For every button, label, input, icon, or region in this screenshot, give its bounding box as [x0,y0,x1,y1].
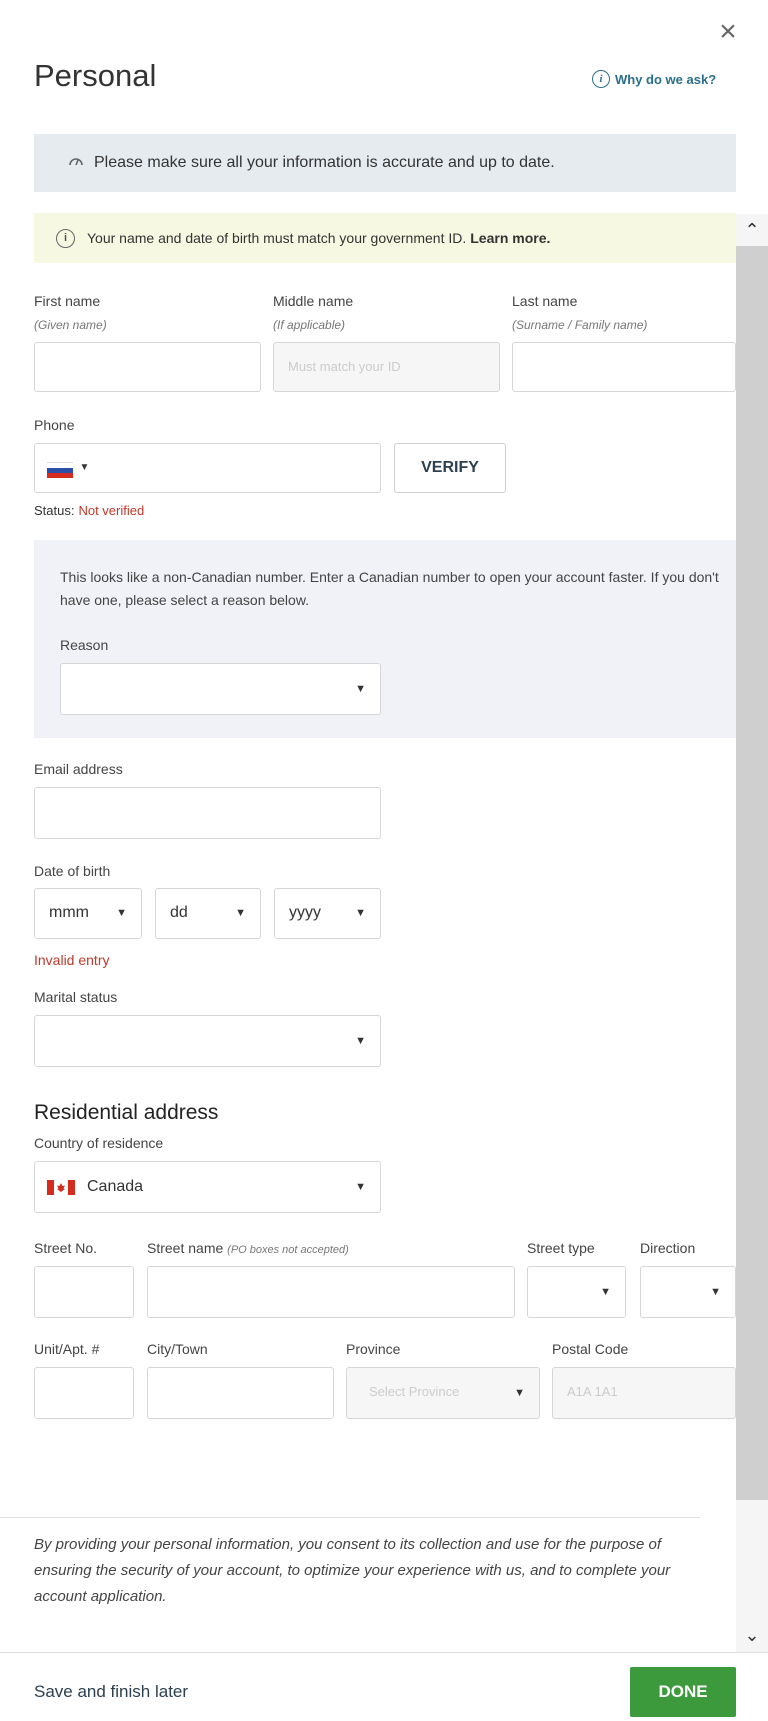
id-notice-text: Your name and date of birth must match y… [87,230,467,246]
dob-day-select[interactable]: dd ▼ [155,888,261,939]
middle-name-sublabel: (If applicable) [273,318,346,332]
caret-down-icon: ▼ [514,1387,525,1399]
country-code-selector[interactable]: ▼ [47,462,89,482]
caret-down-icon: ▼ [355,1035,366,1047]
email-input[interactable] [34,787,381,839]
direction-select[interactable]: ▼ [640,1266,736,1318]
footer-divider [0,1652,768,1653]
divider [0,1517,700,1518]
street-no-label: Street No. [34,1240,98,1256]
caret-down-icon: ▼ [79,462,90,473]
dob-day-value: dd [170,904,188,921]
why-do-we-ask-label: Why do we ask? [615,71,717,87]
postal-placeholder: A1A 1A1 [567,1384,618,1399]
scroll-down-icon[interactable]: ⌄ [736,1618,768,1652]
last-name-label: Last name [512,293,578,309]
province-label: Province [346,1341,401,1357]
postal-label: Postal Code [552,1341,629,1357]
learn-more-link[interactable]: Learn more. [470,230,550,246]
non-canadian-text: This looks like a non-Canadian number. E… [60,569,719,608]
id-notice: i Your name and date of birth must match… [34,213,736,263]
reason-select[interactable]: ▼ [60,663,381,715]
scroll-up-icon[interactable]: ⌃ [736,214,768,246]
info-icon: i [592,70,610,88]
dob-year-select[interactable]: yyyy ▼ [274,888,381,939]
consent-text: By providing your personal information, … [34,1536,671,1605]
page-title: Personal [34,58,157,93]
street-name-sublabel: (PO boxes not accepted) [227,1244,349,1256]
caret-down-icon: ▼ [355,907,366,919]
unit-label: Unit/Apt. # [34,1341,100,1357]
postal-input[interactable]: A1A 1A1 [552,1367,736,1419]
caret-down-icon: ▼ [710,1286,721,1298]
caret-down-icon: ▼ [355,1181,366,1193]
phone-input[interactable]: ▼ [34,443,381,493]
dob-month-value: mmm [49,904,89,921]
street-no-input[interactable] [34,1266,134,1318]
dob-label: Date of birth [34,863,111,879]
gauge-icon [68,153,84,174]
dob-error: Invalid entry [34,952,110,968]
city-label: City/Town [147,1341,208,1357]
status-label: Status: [34,503,75,518]
canada-flag-icon [47,1180,75,1200]
first-name-input[interactable] [34,342,261,392]
phone-label: Phone [34,417,75,433]
first-name-sublabel: (Given name) [34,318,107,332]
caret-down-icon: ▼ [235,907,246,919]
last-name-input[interactable] [512,342,736,392]
direction-label: Direction [640,1240,696,1256]
accuracy-text: Please make sure all your information is… [94,154,555,171]
status-value: Not verified [78,503,145,518]
caret-down-icon: ▼ [355,683,366,695]
country-value: Canada [87,1178,144,1195]
russia-flag-icon [47,462,73,478]
province-placeholder: Select Province [369,1384,460,1399]
dob-year-value: yyyy [289,904,321,921]
reason-label: Reason [60,637,109,653]
info-icon: i [56,228,75,248]
save-and-finish-later-link[interactable]: Save and finish later [34,1682,188,1702]
email-label: Email address [34,761,123,777]
middle-name-input[interactable]: Must match your ID [273,342,500,392]
residential-address-heading: Residential address [34,1101,219,1124]
last-name-sublabel: (Surname / Family name) [512,318,648,332]
scrollbar-thumb[interactable] [736,246,768,1500]
street-type-label: Street type [527,1240,595,1256]
province-select[interactable]: Select Province ▼ [346,1367,540,1419]
country-label: Country of residence [34,1135,164,1151]
street-name-input[interactable] [147,1266,515,1318]
street-type-select[interactable]: ▼ [527,1266,626,1318]
unit-input[interactable] [34,1367,134,1419]
marital-label: Marital status [34,989,118,1005]
middle-name-placeholder: Must match your ID [288,359,401,374]
accuracy-banner: Please make sure all your information is… [34,134,736,192]
middle-name-label: Middle name [273,293,354,309]
close-icon[interactable]: × [714,17,742,47]
caret-down-icon: ▼ [116,907,127,919]
first-name-label: First name [34,293,101,309]
verify-button[interactable]: VERIFY [394,443,506,493]
done-button[interactable]: DONE [630,1667,736,1717]
marital-select[interactable]: ▼ [34,1015,381,1067]
dob-month-select[interactable]: mmm ▼ [34,888,142,939]
street-name-label: Street name [147,1240,224,1256]
street-name-label-wrap: Street name (PO boxes not accepted) [147,1240,349,1256]
why-do-we-ask-link[interactable]: i Why do we ask? [592,70,716,88]
phone-status: Status: Not verified [34,503,144,518]
country-select[interactable]: Canada ▼ [34,1161,381,1213]
caret-down-icon: ▼ [600,1286,611,1298]
city-input[interactable] [147,1367,334,1419]
